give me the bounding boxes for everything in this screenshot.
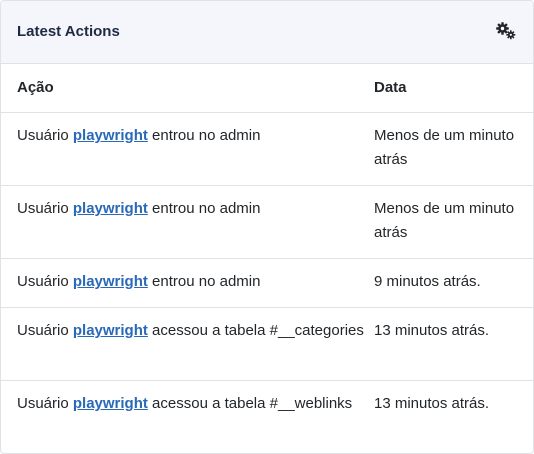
- action-prefix: Usuário: [17, 395, 69, 412]
- action-text: entrou no admin: [152, 200, 261, 217]
- card-title: Latest Actions: [17, 22, 120, 40]
- date-cell: 13 minutos atrás.: [374, 307, 533, 381]
- table-header-row: Ação Data: [1, 64, 533, 113]
- action-text: entrou no admin: [152, 273, 261, 290]
- latest-actions-card: Latest Actions Ação Data Usuário playwri…: [0, 0, 534, 454]
- column-header-action: Ação: [1, 64, 374, 113]
- action-prefix: Usuário: [17, 273, 69, 290]
- action-prefix: Usuário: [17, 200, 69, 217]
- date-cell: Menos de um minuto atrás: [374, 185, 533, 259]
- action-cell: Usuário playwright entrou no admin: [1, 112, 374, 186]
- table-row: Usuário playwright acessou a tabela #__c…: [1, 307, 533, 381]
- action-cell: Usuário playwright entrou no admin: [1, 258, 374, 308]
- user-link[interactable]: playwright: [73, 127, 148, 144]
- action-cell: Usuário playwright acessou a tabela #__w…: [1, 381, 374, 454]
- user-link[interactable]: playwright: [73, 395, 148, 412]
- actions-table: Ação Data Usuário playwright entrou no a…: [1, 64, 533, 453]
- date-cell: 9 minutos atrás.: [374, 258, 533, 308]
- user-link[interactable]: playwright: [73, 322, 148, 339]
- gears-icon[interactable]: [495, 21, 517, 41]
- date-cell: 13 minutos atrás.: [374, 395, 490, 412]
- action-text: entrou no admin: [152, 127, 261, 144]
- card-header: Latest Actions: [1, 1, 533, 64]
- date-cell: Menos de um minuto atrás: [374, 112, 533, 186]
- action-cell: Usuário playwright acessou a tabela #__c…: [1, 307, 374, 381]
- action-text: acessou a tabela #__weblinks: [152, 395, 353, 412]
- column-header-date: Data: [374, 64, 533, 113]
- user-link[interactable]: playwright: [73, 200, 148, 217]
- action-prefix: Usuário: [17, 127, 69, 144]
- action-prefix: Usuário: [17, 322, 69, 339]
- action-cell: Usuário playwright entrou no admin: [1, 185, 374, 259]
- table-row: Usuário playwright entrou no admin Menos…: [1, 112, 533, 186]
- action-text: acessou a tabela #__categories: [152, 322, 364, 339]
- table-row: Usuário playwright acessou a tabela #__w…: [1, 381, 533, 454]
- table-row: Usuário playwright entrou no admin Menos…: [1, 185, 533, 259]
- table-row: Usuário playwright entrou no admin 9 min…: [1, 258, 533, 308]
- user-link[interactable]: playwright: [73, 273, 148, 290]
